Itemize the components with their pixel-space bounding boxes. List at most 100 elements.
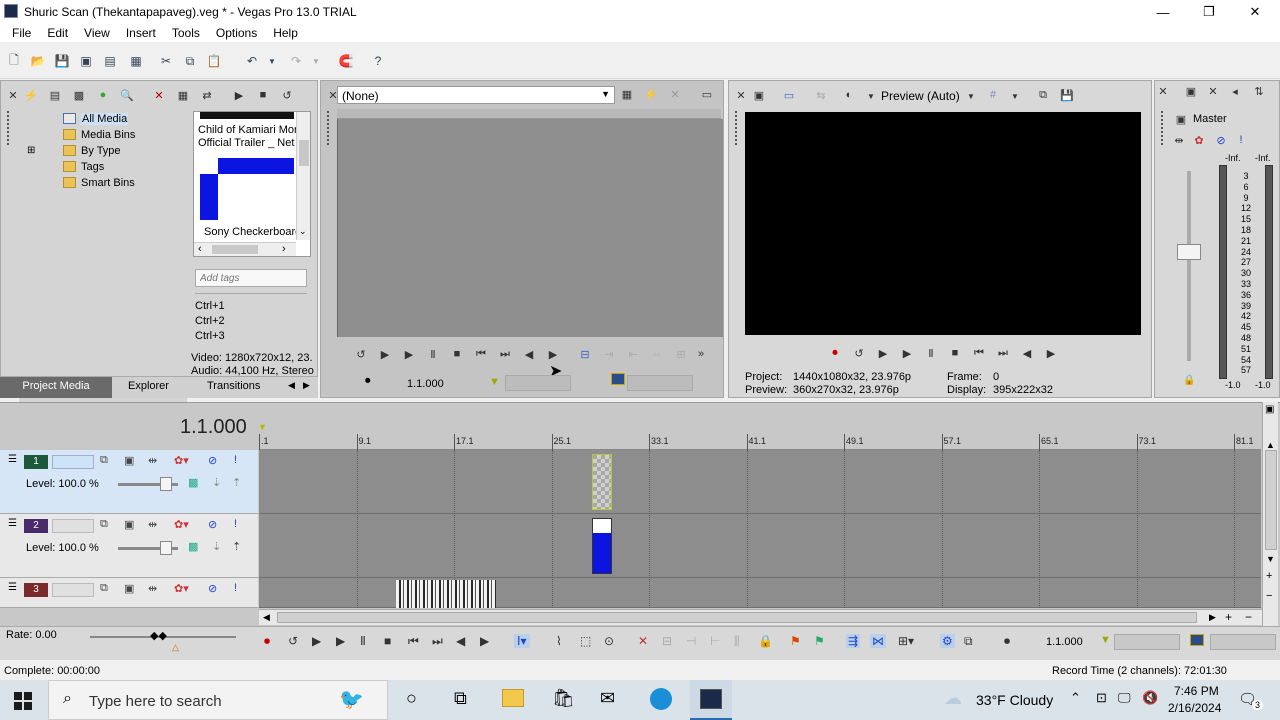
play-from-start-icon[interactable]: ▶ [312,634,321,648]
tabs-scroll-right-icon[interactable]: ▶ [303,380,310,391]
lock-envelopes-icon[interactable]: ⚙ [940,634,955,648]
track-2-fx-icon[interactable]: ✿▾ [174,518,189,531]
task-view-icon[interactable]: ⧉ [454,688,467,709]
record-icon[interactable]: ⏺ [827,345,843,361]
transport-in-field[interactable] [1114,634,1180,650]
scroll-down-icon[interactable]: ⌄ [299,226,307,237]
trimmer-clear-icon[interactable]: ✕ [667,86,683,102]
auto-ripple-icon[interactable]: ⇶ [846,634,861,648]
whats-this-icon[interactable]: ? [370,53,386,69]
trimmer-stop-icon[interactable]: ■ [449,346,465,362]
snapping-icon[interactable]: ⊞▾ [898,634,914,648]
lock-icon[interactable]: 🔒 [758,634,773,648]
split-dropdown-icon[interactable]: ▼ [863,88,879,104]
next-frame-icon[interactable]: ▶ [480,634,489,648]
trimmer-insert-icon[interactable]: ⇥ [601,346,617,362]
track-2-level-slider[interactable] [118,541,178,555]
trim-icon[interactable]: ⊟ [662,634,672,648]
external-monitor-icon[interactable]: ▭ [781,87,797,103]
master-fader-handle[interactable] [1177,244,1201,260]
clock-date[interactable]: 2/16/2024 [1168,701,1221,715]
master-pan-icon[interactable]: ⇹ [1171,132,1187,148]
go-to-end-icon[interactable]: ⏭ [432,634,443,649]
transport-out-field[interactable] [1210,634,1276,650]
menu-tools[interactable]: Tools [164,26,208,40]
trimmer-next-frame-icon[interactable]: ▶ [545,346,561,362]
capture-icon[interactable]: ▩ [71,87,87,103]
split-icon[interactable]: ⫼ [734,634,740,649]
vegas-taskbar-icon[interactable] [690,680,732,720]
hscroll-zoom-in-icon[interactable]: + [1225,610,1232,624]
track-3-solo-icon[interactable]: ! [234,582,237,594]
track-1-collapse-icon[interactable]: ☰ [8,454,17,465]
minimize-button[interactable]: — [1140,0,1186,24]
trimmer-properties-icon[interactable]: ▦ [619,86,635,102]
vscroll-up-icon[interactable]: ▲ [1266,440,1275,450]
track-3-fx-icon[interactable]: ✿▾ [174,582,189,595]
track-3-collapse-icon[interactable]: ☰ [8,582,17,593]
weather-icon[interactable]: ☁ [944,688,962,709]
trimmer-in-field[interactable] [505,375,571,391]
project-properties-icon[interactable]: ▣ [751,87,767,103]
track-2-down-icon[interactable]: ⇣ [212,540,221,553]
trimmer-play-from-start-icon[interactable]: ▶ [377,346,393,362]
track-2-name[interactable] [52,519,94,533]
copy-snapshot-icon[interactable]: ⧉ [1035,87,1051,103]
track-1-level-slider[interactable] [118,477,178,491]
master-lock-icon[interactable]: 🔒 [1183,375,1195,386]
preview-close-icon[interactable]: ✕ [733,87,749,103]
trim-end-icon[interactable]: ⊢ [710,634,720,648]
media-fx-icon[interactable]: ⚡ [23,87,39,103]
track-3-name[interactable] [52,583,94,597]
hscroll-right-icon[interactable]: ▶ [1209,612,1216,623]
cortana-icon[interactable]: ○ [406,688,417,709]
tab-explorer[interactable]: Explorer [128,380,169,392]
timeline-hscroll[interactable]: ◀ ▶ + − [259,609,1262,625]
track-1-up-icon[interactable]: ⇡ [232,476,241,489]
track-2-envelope-icon[interactable]: ▩ [188,540,198,553]
media-properties-icon[interactable]: ▦ [175,87,191,103]
selection-tool-icon[interactable]: ⬚ [580,634,591,648]
master-mute-icon[interactable]: ⊘ [1213,132,1229,148]
go-to-start-icon[interactable]: ⏮ [408,634,419,649]
trimmer-pause-icon[interactable]: Ⅱ [425,346,441,362]
preview-play-icon[interactable]: ▶ [899,345,915,361]
track-header-2[interactable]: ☰ 2 ⧉ ▣ ⇹ ✿▾ ⊘ ! Level: 100.0 % ▩ ⇣ ⇡ [0,514,258,578]
render-icon[interactable]: ▤ [102,53,118,69]
track-2-motion-icon[interactable]: ⧉ [100,518,108,531]
auto-preview-icon[interactable]: ↺ [279,87,295,103]
volume-icon[interactable]: 🔇 [1142,690,1158,706]
play-media-icon[interactable]: ▶ [231,87,247,103]
views-icon[interactable]: ⇄ [199,87,215,103]
remove-media-icon[interactable]: ✕ [151,87,167,103]
copy-icon[interactable]: ⧉ [182,53,198,69]
undo-icon[interactable]: ↶ [244,53,260,69]
file-explorer-icon[interactable] [502,689,524,707]
normal-edit-tool-icon[interactable]: Ⅰ▾ [514,634,530,648]
trimmer-fill-icon[interactable]: ⊞ [673,346,689,362]
redo-dropdown-icon[interactable]: ▼ [308,53,324,69]
clip-barcode-audio[interactable] [396,580,496,608]
trimmer-monitor-icon[interactable]: ▭ [699,86,715,102]
save-snapshot-icon[interactable]: 💾 [1059,87,1075,103]
track-3-motion-icon[interactable]: ⧉ [100,582,108,595]
trimmer-go-start-icon[interactable]: ⏮ [473,346,489,362]
paste-icon[interactable]: 📋 [206,53,222,69]
track-3-mute-icon[interactable]: ⊘ [208,582,217,595]
hscroll-left-icon[interactable]: ◀ [263,612,270,623]
tab-transitions[interactable]: Transitions [207,380,260,392]
track-1-envelope-icon[interactable]: ▩ [188,476,198,489]
master-fx-icon[interactable]: ✿ [1191,132,1207,148]
trimmer-prev-frame-icon[interactable]: ◀ [521,346,537,362]
scroll-left-icon[interactable]: ‹ [198,243,202,255]
trimmer-go-end-icon[interactable]: ⏭ [497,346,513,362]
edge-browser-icon[interactable] [650,688,672,710]
save-as-icon[interactable]: ▣ [78,53,94,69]
thumb-scrollbar[interactable]: ⌄ [296,112,310,240]
snap-icon[interactable]: 🧲 [338,53,354,69]
prev-frame-icon[interactable]: ◀ [456,634,465,648]
track-1-solo-icon[interactable]: ! [234,454,237,466]
track-1-fx-icon[interactable]: ✿▾ [174,454,189,467]
track-2-compositing-icon[interactable]: ▣ [124,518,134,531]
track-2-up-icon[interactable]: ⇡ [232,540,241,553]
